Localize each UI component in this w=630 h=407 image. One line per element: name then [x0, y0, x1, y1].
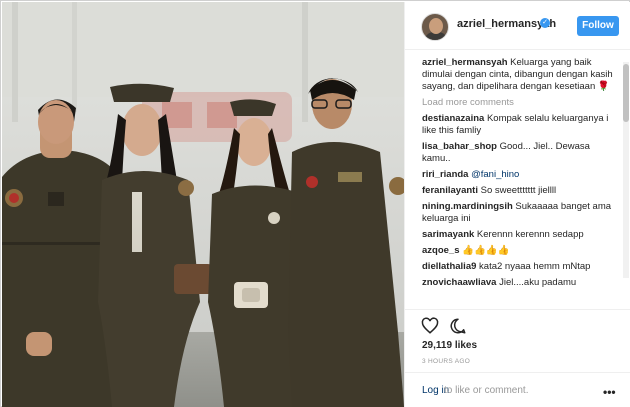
- comment-username[interactable]: sarimayank: [422, 229, 474, 240]
- comment-item: azqoe_s 👍👍👍👍: [422, 245, 618, 257]
- comment-username[interactable]: lisa_bahar_shop: [422, 141, 497, 152]
- post-caption: azriel_hermansyah Keluarga yang baik dim…: [422, 57, 618, 93]
- comment-item: sarimayank Kerennn kerennn sedapp: [422, 229, 618, 241]
- comment-icon[interactable]: [449, 317, 467, 335]
- comment-item: feranilayanti So sweettttttt jiellll: [422, 185, 618, 197]
- heart-icon[interactable]: [421, 317, 439, 335]
- comment-username[interactable]: nining.mardiningsih: [422, 201, 513, 212]
- comment-username[interactable]: diellathalia9: [422, 261, 476, 272]
- caption-emoji: 🌹: [597, 81, 610, 92]
- family-photo-illustration: [2, 2, 404, 407]
- comment-item: destianazaina Kompak selalu keluarganya …: [422, 113, 618, 137]
- post-actions: 29,119 likes 3 HOURS AGO Log in to like …: [405, 309, 630, 407]
- comment-username[interactable]: riri_rianda: [422, 169, 468, 180]
- likes-count[interactable]: 29,119 likes: [422, 340, 477, 351]
- post-photo[interactable]: [2, 2, 404, 407]
- login-bar: Log in to like or comment. •••: [405, 372, 630, 407]
- post-panel: azriel_hermansyah ✓ Follow azriel_herman…: [404, 2, 630, 407]
- verified-badge-icon: ✓: [540, 18, 550, 28]
- post-header: azriel_hermansyah ✓ Follow: [405, 2, 630, 50]
- post-timestamp: 3 HOURS AGO: [422, 358, 471, 365]
- comment-username[interactable]: azqoe_s: [422, 245, 460, 256]
- comments-scrollbar-thumb[interactable]: [623, 64, 629, 122]
- comment-username[interactable]: destianazaina: [422, 113, 484, 124]
- login-prompt-text: to like or comment.: [444, 385, 529, 396]
- instagram-embed: azriel_hermansyah ✓ Follow azriel_herman…: [0, 0, 630, 407]
- comment-text: 👍👍👍👍: [459, 245, 510, 256]
- comment-item: znovichaawliava Jiel....aku padamu: [422, 277, 618, 289]
- comment-text: Jiel....aku padamu: [496, 277, 577, 288]
- comments-list: azriel_hermansyah Keluarga yang baik dim…: [405, 51, 627, 309]
- avatar[interactable]: [421, 13, 449, 41]
- comment-text: kata2 nyaaa hemm mNtap: [476, 261, 591, 272]
- caption-username[interactable]: azriel_hermansyah: [422, 57, 508, 68]
- comment-item: lisa_bahar_shop Good... Jiel.. Dewasa ka…: [422, 141, 618, 165]
- comment-item: diellathalia9 kata2 nyaaa hemm mNtap: [422, 261, 618, 273]
- comment-mention-link[interactable]: @fani_hino: [468, 169, 519, 180]
- load-more-comments-link[interactable]: Load more comments: [422, 97, 627, 109]
- comment-username[interactable]: znovichaawliava: [422, 277, 496, 288]
- more-options-icon[interactable]: •••: [603, 385, 616, 399]
- comment-item: nining.mardiningsih Sukaaaaa banget ama …: [422, 201, 618, 225]
- comment-text: So sweettttttt jiellll: [477, 185, 557, 196]
- comment-item: riri_rianda @fani_hino: [422, 169, 618, 181]
- follow-button[interactable]: Follow: [577, 16, 619, 36]
- comment-text: Kerennn kerennn sedapp: [474, 229, 584, 240]
- comment-username[interactable]: feranilayanti: [422, 185, 478, 196]
